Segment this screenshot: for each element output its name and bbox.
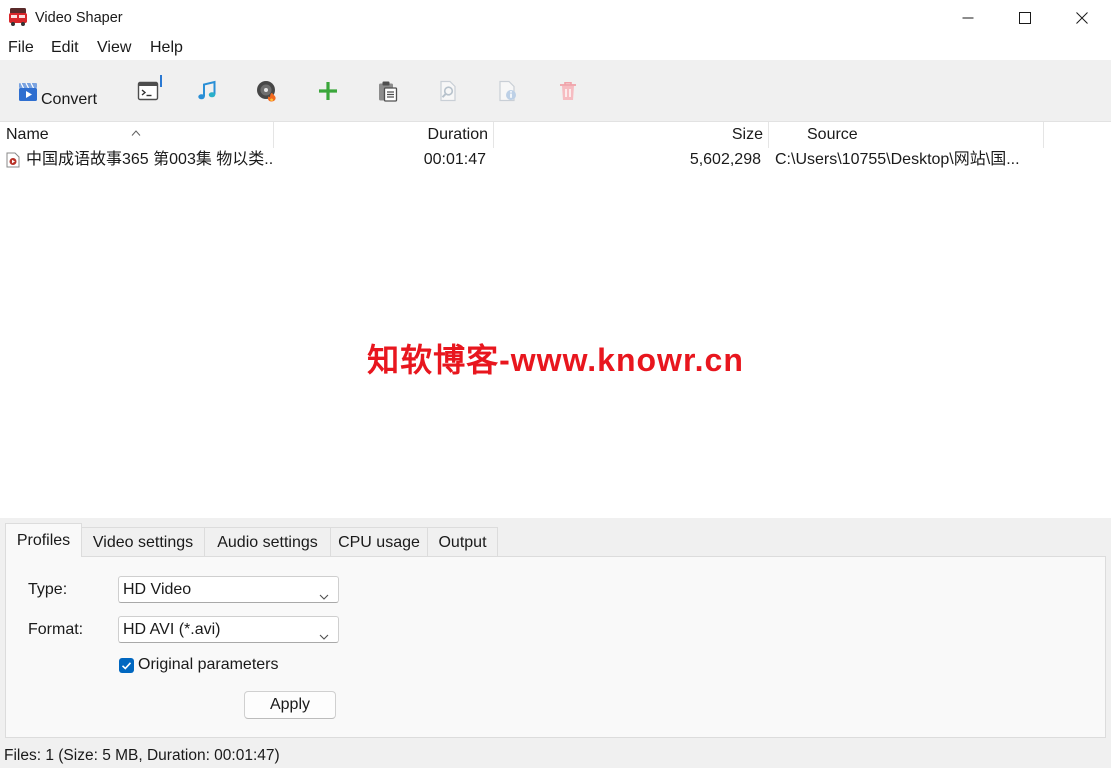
toolbar: Convert	[0, 60, 1111, 122]
tab-video-settings[interactable]: Video settings	[81, 527, 205, 556]
column-divider[interactable]	[1043, 122, 1044, 148]
convert-button[interactable]: Convert	[10, 68, 112, 116]
column-header-source[interactable]: Source	[769, 122, 1043, 148]
row-duration: 00:01:47	[423, 151, 486, 168]
minimize-icon	[962, 17, 974, 19]
column-header-size[interactable]: Size	[494, 122, 768, 148]
menu-edit[interactable]: Edit	[51, 38, 79, 58]
type-dropdown-value: HD Video	[123, 581, 192, 598]
video-file-icon	[6, 152, 20, 168]
maximize-button[interactable]	[996, 0, 1054, 36]
row-source: C:\Users\10755\Desktop\网站\国...	[775, 151, 1020, 168]
format-dropdown[interactable]: HD AVI (*.avi)	[118, 616, 339, 643]
apply-button[interactable]: Apply	[244, 691, 336, 719]
tab-cpu-usage[interactable]: CPU usage	[330, 527, 428, 556]
add-files-button[interactable]	[306, 69, 350, 113]
column-header-duration[interactable]: Duration	[274, 122, 493, 148]
format-dropdown-value: HD AVI (*.avi)	[123, 621, 221, 638]
menu-bar: File Edit View Help	[0, 36, 1111, 60]
close-button[interactable]	[1053, 0, 1111, 36]
row-name: 中国成语故事365 第003集 物以类...	[26, 151, 273, 168]
text-cursor-marker	[160, 75, 162, 87]
tab-profiles[interactable]: Profiles	[5, 523, 82, 557]
window-title: Video Shaper	[35, 10, 123, 26]
chevron-down-icon	[319, 587, 329, 600]
menu-file[interactable]: File	[8, 38, 34, 58]
chevron-down-icon	[319, 627, 329, 640]
file-list: Name Duration Size Source 中国成语故事365 第003…	[0, 122, 1111, 518]
row-size: 5,602,298	[689, 151, 761, 168]
minimize-button[interactable]	[939, 0, 997, 36]
convert-label: Convert	[41, 91, 98, 108]
format-label: Format:	[28, 621, 84, 638]
close-icon	[1076, 12, 1088, 24]
file-search-icon	[440, 80, 456, 102]
burn-disc-button[interactable]	[245, 69, 289, 113]
remove-button[interactable]	[546, 69, 590, 113]
type-dropdown[interactable]: HD Video	[118, 576, 339, 603]
original-parameters-label[interactable]: Original parameters	[138, 655, 279, 675]
console-button[interactable]	[126, 69, 170, 113]
watermark: 知软博客-www.knowr.cn	[367, 342, 744, 378]
tab-output[interactable]: Output	[427, 527, 498, 556]
clipboard-icon	[379, 81, 398, 102]
settings-panel: Profiles Video settings Audio settings C…	[0, 518, 1111, 741]
trash-icon	[560, 82, 576, 100]
original-parameters-checkbox[interactable]	[119, 658, 134, 673]
add-icon	[319, 82, 337, 100]
convert-icon	[18, 82, 38, 102]
burn-disc-icon	[257, 81, 276, 102]
paste-button[interactable]	[366, 69, 410, 113]
menu-view[interactable]: View	[97, 38, 131, 58]
sort-ascending-icon	[131, 123, 141, 136]
menu-help[interactable]: Help	[150, 38, 183, 58]
file-info-icon	[499, 80, 516, 102]
status-bar: Files: 1 (Size: 5 MB, Duration: 00:01:47…	[0, 741, 1111, 768]
checkmark-icon	[121, 662, 132, 670]
tab-audio-settings[interactable]: Audio settings	[204, 527, 331, 556]
file-info-button[interactable]	[486, 69, 530, 113]
maximize-icon	[1019, 12, 1031, 24]
app-logo-icon	[8, 7, 28, 27]
music-note-icon	[198, 80, 216, 100]
console-icon	[137, 81, 159, 101]
type-label: Type:	[28, 581, 68, 598]
title-bar[interactable]: Video Shaper	[0, 0, 1111, 36]
audio-button[interactable]	[185, 69, 229, 113]
preview-button[interactable]	[426, 69, 470, 113]
